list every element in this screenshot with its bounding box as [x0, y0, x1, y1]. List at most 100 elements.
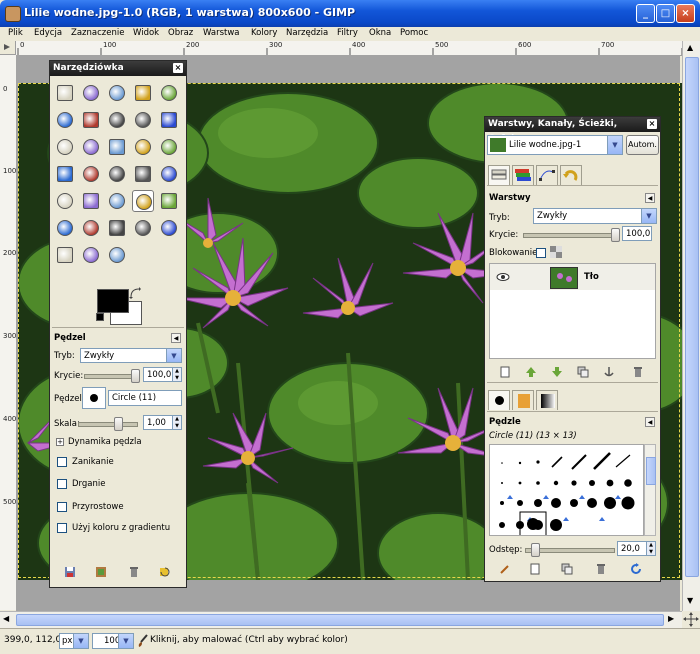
tool-button[interactable] [80, 217, 102, 239]
horizontal-ruler[interactable]: 0 100 200 300 400 500 600 700 [16, 41, 682, 56]
opacity-slider-handle[interactable] [131, 369, 140, 383]
tool-button[interactable] [106, 244, 128, 266]
scroll-up-icon[interactable]: ▲ [687, 43, 693, 52]
horizontal-scroll-thumb[interactable] [16, 614, 664, 626]
anchor-layer-icon[interactable] [603, 366, 615, 378]
new-layer-icon[interactable] [499, 366, 511, 378]
menu-zaznaczenie[interactable]: Zaznaczenie [71, 28, 124, 38]
tool-button[interactable] [158, 82, 180, 104]
refresh-brushes-icon[interactable] [630, 563, 642, 575]
maximize-button[interactable]: □ [656, 4, 675, 23]
menu-narzedzia[interactable]: Narzędzia [286, 28, 328, 38]
tool-button[interactable] [54, 109, 76, 131]
layer-opacity-slider-handle[interactable] [611, 228, 620, 242]
dynamics-label[interactable]: Dynamika pędzla [68, 437, 142, 447]
vertical-ruler[interactable]: 0 100 200 300 400 500 [0, 55, 17, 610]
duplicate-layer-icon[interactable] [577, 366, 589, 378]
scroll-down-icon[interactable]: ▼ [687, 596, 693, 605]
layer-opacity-slider-track[interactable] [523, 233, 620, 238]
tool-button[interactable] [80, 136, 102, 158]
edit-brush-icon[interactable] [499, 563, 511, 575]
layer-opacity-input[interactable]: 100,0 [622, 226, 652, 241]
scale-slider-track[interactable] [78, 422, 138, 427]
layer-row[interactable]: Tło [490, 264, 655, 290]
tab-gradients[interactable] [536, 390, 558, 410]
brush-grid-scroll-thumb[interactable] [646, 457, 656, 485]
tool-button[interactable] [80, 163, 102, 185]
delete-layer-icon[interactable] [632, 366, 644, 378]
tool-button[interactable] [158, 190, 180, 212]
new-brush-icon[interactable] [529, 563, 541, 575]
brush-grid[interactable] [489, 444, 644, 536]
scale-spinner[interactable]: ▲ ▼ [173, 415, 182, 430]
image-select[interactable]: Lilie wodne.jpg-1 ▼ [487, 135, 623, 155]
dynamics-expander[interactable]: + [56, 438, 64, 446]
tool-button[interactable] [158, 163, 180, 185]
tool-button[interactable] [54, 244, 76, 266]
tab-channels[interactable] [512, 165, 534, 185]
layers-dock-close-button[interactable]: × [647, 119, 657, 129]
brushes-tab-menu-button[interactable]: ◀ [645, 417, 655, 427]
tool-button[interactable] [80, 244, 102, 266]
tab-menu-button[interactable]: ◀ [171, 333, 181, 343]
tool-button[interactable] [54, 190, 76, 212]
tab-layers[interactable] [488, 165, 510, 185]
menu-widok[interactable]: Widok [133, 28, 159, 38]
menu-plik[interactable]: Plik [8, 28, 23, 38]
gradient-color-checkbox[interactable] [57, 523, 67, 533]
brush-preview-button[interactable] [82, 387, 106, 409]
tab-brushes[interactable] [488, 390, 510, 410]
reset-options-icon[interactable] [159, 566, 171, 578]
lower-layer-icon[interactable] [551, 366, 563, 378]
toolbox-close-button[interactable]: × [173, 63, 183, 73]
tool-button[interactable] [106, 163, 128, 185]
menu-pomoc[interactable]: Pomoc [400, 28, 428, 38]
tool-button[interactable] [106, 217, 128, 239]
spacing-input[interactable]: 20,0 [617, 541, 647, 556]
tab-paths[interactable] [536, 165, 558, 185]
opacity-input[interactable]: 100,0 [143, 367, 173, 382]
tool-button[interactable] [106, 109, 128, 131]
tool-button[interactable] [106, 136, 128, 158]
zoom-select[interactable]: 100% ▼ [92, 633, 134, 649]
brush-name-field[interactable]: Circle (11) [108, 390, 182, 406]
tool-button[interactable] [158, 109, 180, 131]
minimize-button[interactable]: _ [636, 4, 655, 23]
opacity-spinner[interactable]: ▲ ▼ [173, 367, 182, 382]
incremental-checkbox[interactable] [57, 502, 67, 512]
vertical-scrollbar[interactable]: ▲ ▼ [682, 41, 700, 611]
spacing-spinner[interactable]: ▲ ▼ [647, 541, 656, 556]
tab-patterns[interactable] [512, 390, 534, 410]
spacing-slider-handle[interactable] [531, 543, 540, 557]
raise-layer-icon[interactable] [525, 366, 537, 378]
restore-options-icon[interactable] [95, 566, 107, 578]
tool-button[interactable] [132, 217, 154, 239]
close-button[interactable]: × [676, 4, 695, 23]
tool-button[interactable] [80, 190, 102, 212]
navigate-corner[interactable] [682, 611, 700, 628]
tool-button[interactable] [132, 163, 154, 185]
tool-button[interactable] [132, 82, 154, 104]
layer-mode-select[interactable]: Zwykły ▼ [533, 208, 657, 224]
tool-button[interactable] [54, 163, 76, 185]
quick-mask-corner[interactable] [0, 41, 16, 55]
layers-tab-menu-button[interactable]: ◀ [645, 193, 655, 203]
layers-dock-title-bar[interactable]: Warstwy, Kanały, Ścieżki, Cofnię... × [485, 117, 660, 144]
delete-options-icon[interactable] [128, 566, 140, 578]
tab-undo-history[interactable] [560, 165, 582, 185]
jitter-checkbox[interactable] [57, 479, 67, 489]
default-colors-icon[interactable] [96, 313, 104, 321]
fade-checkbox[interactable] [57, 457, 67, 467]
lock-pixels-checkbox[interactable] [536, 248, 546, 258]
menu-okna[interactable]: Okna [369, 28, 391, 38]
toolbox-title-bar[interactable]: Narzędziówka × [50, 61, 186, 76]
tool-button[interactable] [132, 190, 154, 212]
tool-button[interactable] [158, 136, 180, 158]
menu-obraz[interactable]: Obraz [168, 28, 193, 38]
vertical-scroll-thumb[interactable] [685, 57, 699, 577]
lock-alpha-icon[interactable] [550, 246, 562, 258]
menu-edycja[interactable]: Edycja [34, 28, 62, 38]
scroll-left-icon[interactable]: ◀ [3, 614, 9, 623]
brush-grid-scrollbar[interactable] [644, 444, 656, 536]
tool-button[interactable] [54, 217, 76, 239]
